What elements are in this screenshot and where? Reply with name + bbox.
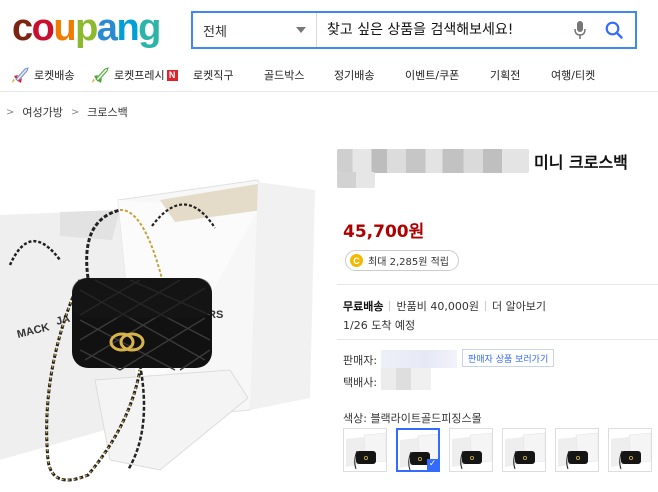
seller-label: 판매자: <box>343 354 378 367</box>
chevron-right-icon: > <box>6 106 15 118</box>
nav-label: 로켓직구 <box>193 69 234 82</box>
color-options: ✓ <box>343 428 652 472</box>
divider <box>337 339 658 340</box>
logo-letter: n <box>116 6 139 49</box>
blurred-brand-name <box>337 149 529 173</box>
logo-letter: a <box>96 6 118 49</box>
search-category-select[interactable]: 전체 <box>193 13 317 47</box>
more-info-link[interactable]: 더 알아보기 <box>492 298 546 314</box>
nav-rocket-fresh[interactable]: 로켓프레시 N <box>92 67 178 83</box>
color-option-thumbnail[interactable] <box>502 428 546 472</box>
nav-rocket-delivery[interactable]: 로켓배송 <box>12 67 74 83</box>
shipping-info: 무료배송 반품비 40,000원 더 알아보기 <box>343 298 546 314</box>
rocket-fresh-icon <box>92 67 110 83</box>
shipping-type: 무료배송 <box>343 300 384 313</box>
breadcrumb-item[interactable]: 크로스백 <box>87 104 127 120</box>
reward-text: 최대 2,285원 적립 <box>368 257 449 268</box>
coupang-logo[interactable]: coupang <box>12 4 161 52</box>
mic-icon[interactable] <box>567 13 593 47</box>
nav-label: 여행/티켓 <box>551 69 596 82</box>
logo-letter: c <box>12 6 33 49</box>
nav-exhibitions[interactable]: 기획전 <box>490 67 520 83</box>
logo-letter: g <box>138 6 161 49</box>
color-option-thumbnail[interactable] <box>555 428 599 472</box>
blurred-courier-name <box>381 368 431 390</box>
check-icon: ✓ <box>427 459 438 470</box>
nav-events-coupons[interactable]: 이벤트/쿠폰 <box>405 67 459 83</box>
blurred-title-line <box>337 172 375 188</box>
chevron-right-icon: > <box>70 106 80 118</box>
cash-reward-badge: C 최대 2,285원 적립 <box>345 250 459 271</box>
nav-label: 이벤트/쿠폰 <box>405 69 460 82</box>
color-option-thumbnail[interactable] <box>449 428 493 472</box>
separator <box>484 301 486 311</box>
color-option-thumbnail[interactable] <box>343 428 387 472</box>
divider <box>337 284 658 285</box>
category-nav: 로켓배송 로켓프레시 N 로켓직구 골드박스 정기배송 이벤트/쿠폰 기획전 여… <box>0 60 658 90</box>
courier-label: 택배사: <box>343 376 378 389</box>
product-title-text: 미니 크로스백 <box>534 153 628 172</box>
color-option-thumbnail[interactable] <box>608 428 652 472</box>
breadcrumb-item[interactable]: 여성가방 <box>22 104 62 120</box>
logo-letter: p <box>75 6 98 49</box>
product-main-image[interactable]: MACK JA RS <box>0 170 322 492</box>
coin-icon: C <box>350 254 363 267</box>
breadcrumb: > 여성가방 > 크로스백 <box>6 104 128 120</box>
blurred-seller-name <box>381 350 457 368</box>
delivery-eta: 1/26 도착 예정 <box>343 319 416 332</box>
logo-letter: o <box>31 6 55 49</box>
search-category-label: 전체 <box>203 24 227 40</box>
nav-label: 정기배송 <box>334 69 375 82</box>
nav-rocket-direct[interactable]: 로켓직구 <box>193 67 233 83</box>
product-title: 미니 크로스백 <box>337 146 628 176</box>
search-button[interactable] <box>593 13 635 47</box>
return-fee: 반품비 40,000원 <box>396 300 479 313</box>
search-bar: 전체 <box>191 11 637 49</box>
color-option-label: 색상: 블랙라이트골드피징스몰 <box>343 412 482 425</box>
nav-goldbox[interactable]: 골드박스 <box>264 67 304 83</box>
nav-label: 기획전 <box>490 69 521 82</box>
nav-label: 골드박스 <box>264 69 305 82</box>
logo-letter: u <box>53 6 76 49</box>
new-badge: N <box>166 69 178 81</box>
search-icon <box>605 21 623 39</box>
seller-products-button[interactable]: 판매자 상품 보러가기 <box>462 349 555 367</box>
search-input[interactable] <box>317 13 567 47</box>
nav-label: 로켓배송 <box>34 69 75 82</box>
chevron-down-icon <box>296 27 306 33</box>
nav-travel-tickets[interactable]: 여행/티켓 <box>551 67 595 83</box>
product-price: 45,700원 <box>343 222 425 242</box>
color-option-thumbnail[interactable]: ✓ <box>396 428 440 472</box>
nav-subscription[interactable]: 정기배송 <box>334 67 374 83</box>
separator <box>389 301 391 311</box>
nav-divider <box>0 91 658 92</box>
rocket-icon <box>12 67 30 83</box>
nav-label: 로켓프레시 <box>114 69 165 82</box>
